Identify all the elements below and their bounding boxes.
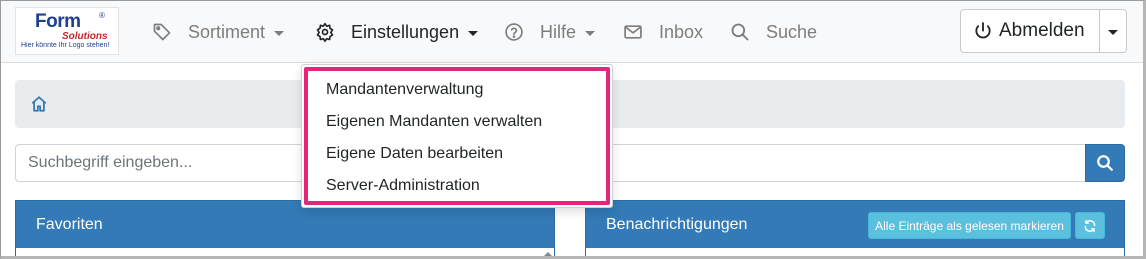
refresh-icon bbox=[1084, 219, 1096, 232]
chevron-down-icon bbox=[274, 30, 285, 36]
power-icon bbox=[975, 22, 991, 39]
favorites-panel-body bbox=[16, 248, 554, 259]
refresh-button[interactable] bbox=[1075, 212, 1105, 239]
home-icon[interactable] bbox=[30, 95, 48, 113]
chevron-down-icon bbox=[468, 30, 479, 36]
search-icon bbox=[731, 23, 749, 41]
chevron-down-icon bbox=[1108, 29, 1118, 35]
notifications-panel-header: Benachrichtigungen Alle Einträge als gel… bbox=[586, 201, 1124, 248]
einstellungen-dropdown-menu: Mandantenverwaltung Eigenen Mandanten ve… bbox=[301, 64, 613, 208]
question-circle-icon bbox=[505, 23, 523, 41]
logo-brand-text: Form bbox=[35, 11, 81, 32]
favorites-panel-header: Favoriten bbox=[16, 201, 554, 248]
nav-hilfe[interactable]: Hilfe bbox=[504, 19, 596, 45]
favorites-panel: Favoriten bbox=[15, 200, 555, 259]
gear-icon bbox=[316, 22, 334, 42]
search-icon bbox=[1097, 155, 1113, 171]
nav-einstellungen[interactable]: Einstellungen bbox=[315, 19, 479, 45]
mark-all-read-button[interactable]: Alle Einträge als gelesen markieren bbox=[868, 212, 1071, 239]
company-logo[interactable]: Form ® Solutions Hier könnte Ihr Logo st… bbox=[15, 7, 119, 55]
top-navbar: Form ® Solutions Hier könnte Ihr Logo st… bbox=[1, 1, 1143, 63]
chevron-down-icon bbox=[585, 30, 596, 36]
envelope-icon bbox=[624, 25, 642, 39]
nav-inbox[interactable]: Inbox bbox=[623, 19, 703, 45]
nav-sortiment[interactable]: Sortiment bbox=[152, 19, 285, 45]
nav-suche-label: Suche bbox=[766, 21, 818, 42]
menu-item-eigenen-mandanten-verwalten[interactable]: Eigenen Mandanten verwalten bbox=[326, 110, 542, 134]
logout-dropdown-toggle[interactable] bbox=[1100, 9, 1127, 53]
menu-item-eigene-daten-bearbeiten[interactable]: Eigene Daten bearbeiten bbox=[326, 142, 503, 166]
nav-sortiment-label: Sortiment bbox=[188, 21, 266, 42]
favorites-title: Favoriten bbox=[36, 215, 103, 233]
logout-button-group: Abmelden bbox=[960, 9, 1127, 53]
logo-tagline: Hier könnte Ihr Logo stehen! bbox=[21, 42, 110, 49]
notifications-panel: Benachrichtigungen Alle Einträge als gel… bbox=[585, 200, 1125, 259]
nav-hilfe-label: Hilfe bbox=[540, 21, 577, 42]
logout-button[interactable]: Abmelden bbox=[960, 9, 1100, 53]
nav-inbox-label: Inbox bbox=[659, 21, 704, 42]
logo-registered-mark: ® bbox=[99, 11, 105, 20]
logo-sub-text: Solutions bbox=[62, 31, 108, 42]
tag-icon bbox=[153, 23, 171, 41]
notifications-panel-body bbox=[586, 248, 1124, 259]
logout-label: Abmelden bbox=[999, 20, 1085, 41]
menu-item-server-administration[interactable]: Server-Administration bbox=[326, 174, 480, 198]
nav-einstellungen-label: Einstellungen bbox=[351, 21, 460, 42]
notifications-title: Benachrichtigungen bbox=[606, 215, 748, 233]
nav-suche[interactable]: Suche bbox=[730, 19, 817, 45]
menu-item-mandantenverwaltung[interactable]: Mandantenverwaltung bbox=[326, 78, 483, 102]
search-button[interactable] bbox=[1085, 144, 1125, 182]
